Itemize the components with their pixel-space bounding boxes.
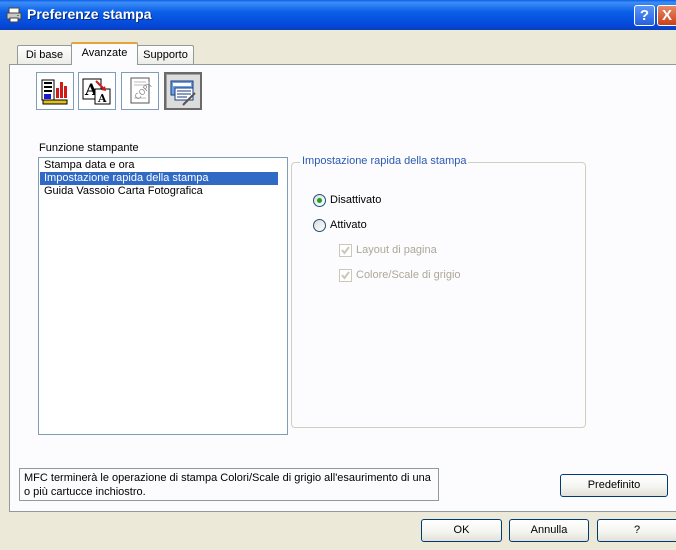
watermark-copy-button[interactable]: COPY — [121, 72, 159, 110]
print-preferences-window: Preferenze stampa ? X Di base Avanzate S… — [0, 0, 676, 550]
checkbox-colore-scale-grigio[interactable] — [339, 269, 352, 282]
tab-di-base[interactable]: Di base — [17, 45, 72, 65]
quick-setup-group: Impostazione rapida della stampa Disatti… — [291, 155, 586, 428]
title-bar[interactable]: Preferenze stampa ? X — [0, 0, 676, 30]
radio-attivato-label[interactable]: Attivato — [330, 219, 367, 231]
font-scaling-button[interactable]: A A — [78, 72, 116, 110]
function-list-label: Funzione stampante — [39, 142, 139, 154]
print-quality-icon — [41, 79, 68, 105]
list-item-impostazione-rapida[interactable]: Impostazione rapida della stampa — [40, 172, 278, 185]
window-title: Preferenze stampa — [27, 6, 152, 22]
checkbox-layout-pagina[interactable] — [339, 244, 352, 257]
radio-selected-dot — [317, 198, 322, 203]
function-listbox[interactable]: Stampa data e ora Impostazione rapida de… — [38, 157, 288, 435]
checkbox-colore-scale-grigio-label: Colore/Scale di grigio — [356, 269, 461, 281]
tab-avanzate[interactable]: Avanzate — [71, 42, 138, 65]
default-button[interactable]: Predefinito — [560, 474, 668, 497]
svg-text:A: A — [97, 92, 107, 105]
checkmark-icon — [341, 246, 350, 255]
font-scaling-icon: A A — [82, 78, 111, 105]
list-item-guida-vassoio[interactable]: Guida Vassoio Carta Fotografica — [40, 185, 278, 198]
checkmark-icon — [341, 271, 350, 280]
advanced-tab-panel: A A COPY Funzione stampante Stampa data … — [9, 64, 676, 512]
printer-icon — [6, 7, 22, 23]
watermark-copy-icon: COPY — [130, 77, 155, 104]
print-quality-button[interactable] — [36, 72, 74, 110]
device-options-button[interactable] — [164, 72, 202, 110]
tab-supporto[interactable]: Supporto — [137, 45, 194, 65]
radio-attivato[interactable] — [313, 219, 326, 232]
status-message: MFC terminerà le operazione di stampa Co… — [19, 468, 439, 501]
list-item-stampa-data-ora[interactable]: Stampa data e ora — [40, 159, 278, 172]
title-close-button[interactable]: X — [657, 5, 676, 26]
checkbox-layout-pagina-label: Layout di pagina — [356, 244, 437, 256]
cancel-button[interactable]: Annulla — [509, 519, 589, 542]
title-help-button[interactable]: ? — [634, 5, 655, 26]
quick-setup-group-title: Impostazione rapida della stampa — [300, 155, 469, 167]
radio-disattivato-label[interactable]: Disattivato — [330, 194, 381, 206]
help-button[interactable]: ? — [597, 519, 676, 542]
radio-disattivato[interactable] — [313, 194, 326, 207]
device-options-icon — [170, 80, 196, 106]
ok-button[interactable]: OK — [421, 519, 502, 542]
